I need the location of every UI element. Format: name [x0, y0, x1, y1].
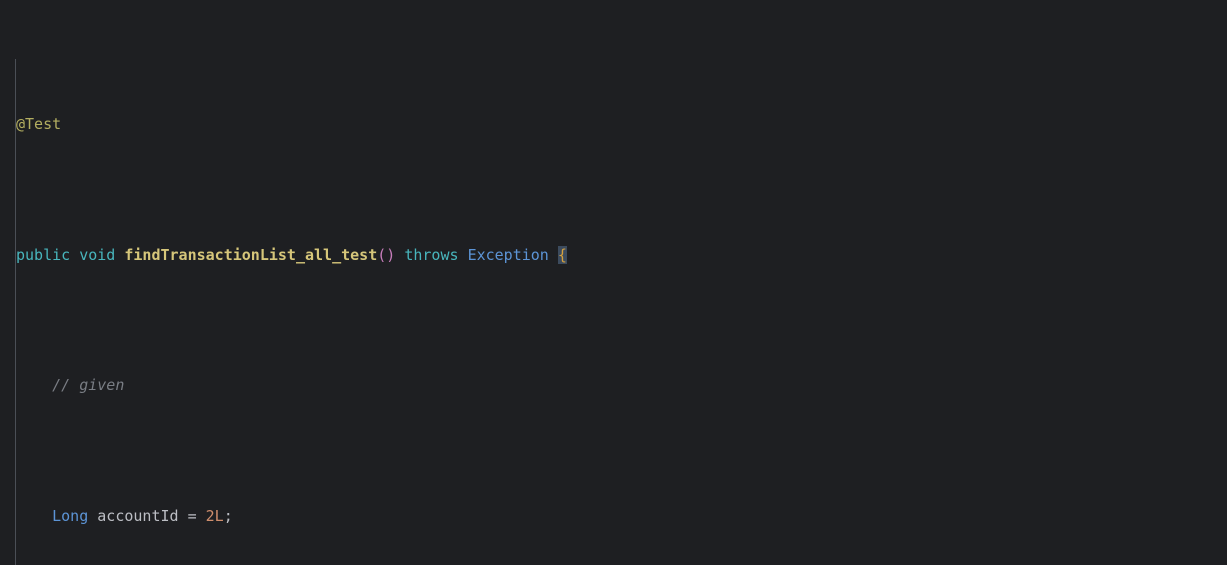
token-keyword-void: void — [79, 245, 116, 264]
token-keyword-throws: throws — [404, 245, 459, 264]
token-comment-given: // given — [52, 376, 125, 395]
token-annotation: @Test — [16, 115, 62, 134]
code-editor[interactable]: @Test public void findTransactionList_al… — [0, 0, 1227, 565]
token-type-long: Long — [52, 506, 89, 525]
token-brace-open-highlighted: { — [557, 245, 567, 264]
token-keyword-public: public — [16, 245, 71, 264]
token-var-accountid: accountId — [97, 506, 179, 525]
token-type-exception: Exception — [467, 245, 549, 264]
code-content[interactable]: @Test public void findTransactionList_al… — [0, 0, 1227, 565]
token-literal-2l: 2L — [205, 506, 224, 525]
code-line[interactable]: public void findTransactionList_all_test… — [0, 242, 1227, 268]
token-paren: () — [377, 245, 396, 264]
code-line[interactable]: @Test — [0, 111, 1227, 137]
token-operator-assign: = — [187, 506, 197, 525]
code-line[interactable]: Long accountId = 2L; — [0, 503, 1227, 529]
token-semicolon: ; — [223, 506, 233, 525]
code-line[interactable]: // given — [0, 372, 1227, 398]
token-method-declaration: findTransactionList_all_test — [124, 245, 378, 264]
